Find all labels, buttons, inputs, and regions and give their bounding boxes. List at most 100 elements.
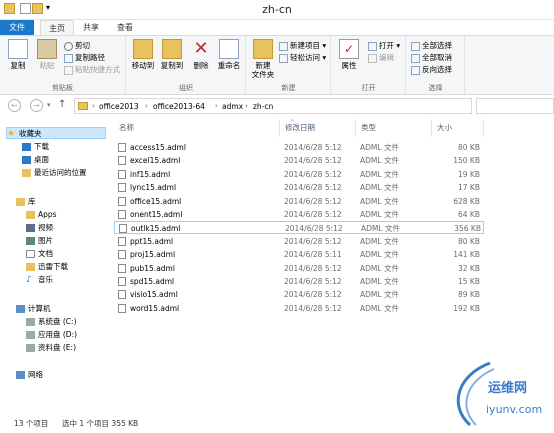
invert-selection-button[interactable]: 反向选择 — [411, 64, 452, 75]
file-row[interactable]: pub15.adml 2014/6/28 5:12 ADML 文件 32 KB — [114, 262, 484, 275]
watermark-logo: 运维网 iyunv.com — [440, 355, 550, 429]
file-row[interactable]: word15.adml 2014/6/28 5:12 ADML 文件 192 KB — [114, 302, 484, 315]
column-size[interactable]: 大小 — [432, 119, 484, 137]
organize-group-label: 组织 — [179, 84, 193, 92]
window-title: zh-cn — [262, 3, 292, 16]
breadcrumb-office2013-64[interactable]: office2013-64 — [153, 102, 205, 111]
nav-videos[interactable]: 视频 — [26, 222, 53, 234]
file-row[interactable]: office15.adml 2014/6/28 5:12 ADML 文件 628 KB — [114, 195, 484, 208]
nav-network[interactable]: 网络 — [16, 369, 43, 381]
nav-documents[interactable]: 文档 — [26, 248, 53, 260]
file-row[interactable]: inf15.adml 2014/6/28 5:12 ADML 文件 19 KB — [114, 168, 484, 181]
file-size: 32 KB — [458, 263, 480, 273]
file-row[interactable]: lync15.adml 2014/6/28 5:12 ADML 文件 17 KB — [114, 181, 484, 194]
column-type[interactable]: 类型 — [356, 119, 432, 137]
select-none-button[interactable]: 全部取消 — [411, 52, 452, 63]
file-type: ADML 文件 — [360, 156, 399, 166]
paste-icon — [37, 39, 57, 59]
breadcrumb-office2013[interactable]: office2013 — [99, 102, 139, 111]
tab-file[interactable]: 文件 — [0, 20, 34, 35]
move-to-button[interactable]: 移动到 — [130, 39, 156, 70]
file-name: office15.adml — [130, 196, 182, 206]
nav-drive-d[interactable]: 应用盘 (D:) — [26, 329, 77, 341]
file-row[interactable]: outlk15.adml 2014/6/28 5:12 ADML 文件 356 KB — [114, 221, 484, 235]
delete-button[interactable]: ✕ 删除 — [191, 39, 211, 71]
paste-shortcut-button[interactable]: 粘贴快捷方式 — [64, 64, 120, 75]
file-row[interactable]: onent15.adml 2014/6/28 5:12 ADML 文件 64 KB — [114, 208, 484, 221]
address-folder-icon — [78, 102, 88, 110]
properties-button[interactable]: ✓ 属性 — [338, 39, 360, 70]
select-all-button[interactable]: 全部选择 — [411, 40, 452, 51]
file-type: ADML 文件 — [360, 303, 399, 313]
file-type: ADML 文件 — [360, 277, 399, 286]
file-name: pub15.adml — [130, 263, 175, 273]
select-none-icon — [411, 53, 420, 63]
clipboard-group: 复制 粘贴 剪切 复制路径 粘贴快捷方式 剪贴板 — [0, 36, 126, 94]
breadcrumb-admx[interactable]: admx — [222, 102, 243, 111]
forward-button[interactable]: → — [30, 99, 43, 112]
nav-favorites[interactable]: ★ 收藏夹 — [6, 127, 106, 139]
breadcrumb-zh-cn[interactable]: zh-cn — [253, 102, 273, 111]
file-row[interactable]: excel15.adml 2014/6/28 5:12 ADML 文件 150 KB — [114, 154, 484, 167]
nav-apps[interactable]: Apps — [26, 209, 57, 221]
adml-file-icon — [118, 169, 126, 179]
edit-button[interactable]: 编辑 — [368, 52, 394, 63]
rename-button[interactable]: 重命名 — [215, 39, 243, 70]
file-name: visio15.adml — [130, 290, 178, 300]
move-folder-icon — [133, 39, 153, 59]
open-button[interactable]: 打开 ▾ — [368, 40, 400, 51]
file-row[interactable]: ppt15.adml 2014/6/28 5:12 ADML 文件 80 KB — [114, 235, 484, 248]
open-group: ✓ 属性 打开 ▾ 编辑 打开 — [332, 36, 406, 94]
new-group-label: 新建 — [281, 84, 296, 92]
file-name: onent15.adml — [130, 210, 183, 219]
nav-pictures[interactable]: 图片 — [26, 235, 53, 247]
file-type: ADML 文件 — [360, 210, 399, 219]
tab-home[interactable]: 主页 — [40, 20, 74, 35]
watermark-en: iyunv.com — [486, 403, 543, 416]
column-name[interactable]: 名称 — [114, 119, 280, 137]
library-icon — [16, 198, 25, 206]
file-row[interactable]: spd15.adml 2014/6/28 5:12 ADML 文件 15 KB — [114, 275, 484, 288]
column-date[interactable]: 修改日期 — [280, 119, 356, 137]
cut-button[interactable]: 剪切 — [64, 40, 90, 51]
recent-locations-icon[interactable]: ▾ — [47, 101, 51, 109]
new-folder-button[interactable]: 新建 文件夹 — [251, 39, 275, 79]
nav-drive-c[interactable]: 系统盘 (C:) — [26, 316, 77, 328]
file-row[interactable]: access15.adml 2014/6/28 5:12 ADML 文件 80 KB — [114, 141, 484, 154]
adml-file-icon — [118, 303, 126, 313]
copy-path-button[interactable]: 复制路径 — [64, 52, 105, 63]
file-row[interactable]: proj15.adml 2014/6/28 5:11 ADML 文件 141 KB — [114, 248, 484, 261]
copy-to-button[interactable]: 复制到 — [159, 39, 185, 70]
file-type: ADML 文件 — [360, 290, 399, 300]
nav-recent[interactable]: 最近访问的位置 — [22, 167, 87, 179]
file-type: ADML 文件 — [361, 224, 400, 234]
nav-thunder-downloads[interactable]: 迅雷下载 — [26, 261, 68, 273]
nav-music[interactable]: ♪ 音乐 — [26, 274, 53, 286]
music-icon: ♪ — [26, 275, 32, 285]
nav-libraries[interactable]: 库 — [16, 196, 36, 208]
paste-button[interactable]: 粘贴 — [35, 39, 59, 70]
up-button[interactable]: ↑ — [58, 99, 66, 110]
tab-share[interactable]: 共享 — [76, 20, 106, 35]
easy-access-button[interactable]: 轻松访问 ▾ — [279, 52, 326, 63]
new-item-button[interactable]: 新建项目 ▾ — [279, 40, 326, 51]
search-input[interactable] — [476, 98, 554, 114]
file-size: 150 KB — [453, 156, 480, 166]
nav-desktop[interactable]: 桌面 — [22, 154, 49, 166]
new-item-icon — [279, 41, 288, 51]
file-date: 2014/6/28 5:12 — [284, 183, 342, 193]
nav-computer[interactable]: 计算机 — [16, 303, 51, 315]
nav-downloads[interactable]: 下载 — [22, 141, 49, 153]
nav-drive-e[interactable]: 资料盘 (E:) — [26, 342, 76, 354]
file-date: 2014/6/28 5:11 — [284, 250, 342, 260]
document-icon — [26, 250, 35, 258]
file-name: outlk15.adml — [131, 224, 181, 234]
address-bar[interactable]: › office2013 › office2013-64 › admx › zh… — [74, 98, 472, 114]
back-button[interactable]: ← — [8, 99, 21, 112]
title-bar: ▾ zh-cn — [0, 0, 554, 20]
file-row[interactable]: visio15.adml 2014/6/28 5:12 ADML 文件 89 KB — [114, 288, 484, 301]
file-size: 80 KB — [458, 143, 480, 152]
copy-button[interactable]: 复制 — [6, 39, 30, 70]
tab-view[interactable]: 查看 — [110, 20, 140, 35]
file-date: 2014/6/28 5:12 — [284, 156, 342, 166]
